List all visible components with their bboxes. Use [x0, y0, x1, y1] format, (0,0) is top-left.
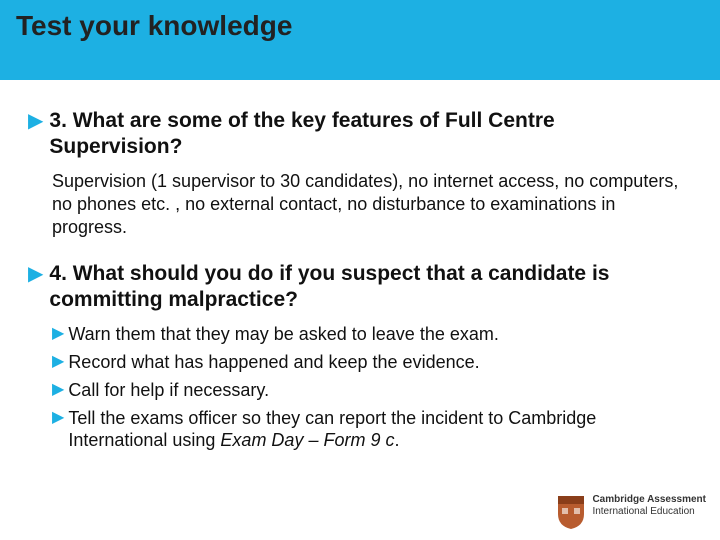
question-4-text: 4. What should you do if you suspect tha…: [49, 261, 692, 313]
bullet-arrow-icon: ▶: [28, 261, 43, 287]
bullet-text: Tell the exams officer so they can repor…: [68, 407, 692, 451]
bullet-arrow-icon: ▶: [28, 108, 43, 134]
title-bar: Test your knowledge: [0, 0, 720, 80]
bullet-text: Warn them that they may be asked to leav…: [68, 323, 499, 345]
question-3: ▶ 3. What are some of the key features o…: [28, 108, 692, 160]
list-item: ▶ Record what has happened and keep the …: [52, 351, 692, 373]
content-area: ▶ 3. What are some of the key features o…: [0, 80, 720, 451]
bullet-text: Call for help if necessary.: [68, 379, 269, 401]
bullet4-italic: Exam Day – Form 9 c: [220, 430, 394, 450]
question-3-text: 3. What are some of the key features of …: [49, 108, 692, 160]
list-item: ▶ Warn them that they may be asked to le…: [52, 323, 692, 345]
cambridge-logo: Cambridge Assessment International Educa…: [556, 494, 706, 530]
bullet-arrow-icon: ▶: [52, 323, 64, 345]
list-item: ▶ Call for help if necessary.: [52, 379, 692, 401]
bullet-arrow-icon: ▶: [52, 407, 64, 429]
bullet-arrow-icon: ▶: [52, 379, 64, 401]
bullet4-suffix: .: [394, 430, 399, 450]
bullet-arrow-icon: ▶: [52, 351, 64, 373]
answer-4-bullets: ▶ Warn them that they may be asked to le…: [28, 323, 692, 451]
shield-icon: [556, 494, 586, 530]
list-item: ▶ Tell the exams officer so they can rep…: [52, 407, 692, 451]
answer-3: Supervision (1 supervisor to 30 candidat…: [28, 170, 692, 239]
question-4: ▶ 4. What should you do if you suspect t…: [28, 261, 692, 313]
page-title: Test your knowledge: [16, 10, 704, 42]
logo-line1: Cambridge Assessment: [592, 494, 706, 506]
logo-text: Cambridge Assessment International Educa…: [592, 494, 706, 518]
logo-line2: International Education: [592, 506, 706, 518]
bullet-text: Record what has happened and keep the ev…: [68, 351, 479, 373]
